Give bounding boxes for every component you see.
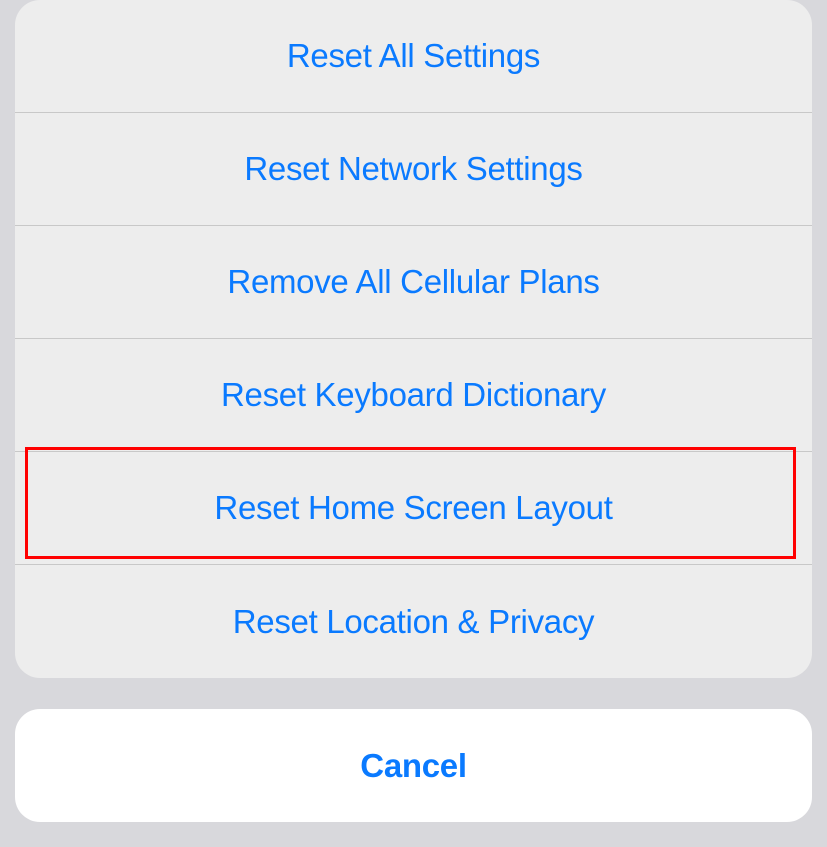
reset-keyboard-dictionary-button[interactable]: Reset Keyboard Dictionary (15, 339, 812, 452)
cancel-label: Cancel (360, 747, 466, 785)
action-label: Remove All Cellular Plans (227, 263, 599, 301)
action-label: Reset Location & Privacy (233, 603, 594, 641)
action-label: Reset Network Settings (244, 150, 582, 188)
reset-home-screen-layout-button[interactable]: Reset Home Screen Layout (15, 452, 812, 565)
action-label: Reset Home Screen Layout (214, 489, 612, 527)
action-sheet: Reset All Settings Reset Network Setting… (15, 0, 812, 678)
reset-network-settings-button[interactable]: Reset Network Settings (15, 113, 812, 226)
remove-all-cellular-plans-button[interactable]: Remove All Cellular Plans (15, 226, 812, 339)
action-label: Reset Keyboard Dictionary (221, 376, 606, 414)
cancel-button[interactable]: Cancel (15, 709, 812, 822)
action-label: Reset All Settings (287, 37, 540, 75)
reset-all-settings-button[interactable]: Reset All Settings (15, 0, 812, 113)
reset-location-privacy-button[interactable]: Reset Location & Privacy (15, 565, 812, 678)
